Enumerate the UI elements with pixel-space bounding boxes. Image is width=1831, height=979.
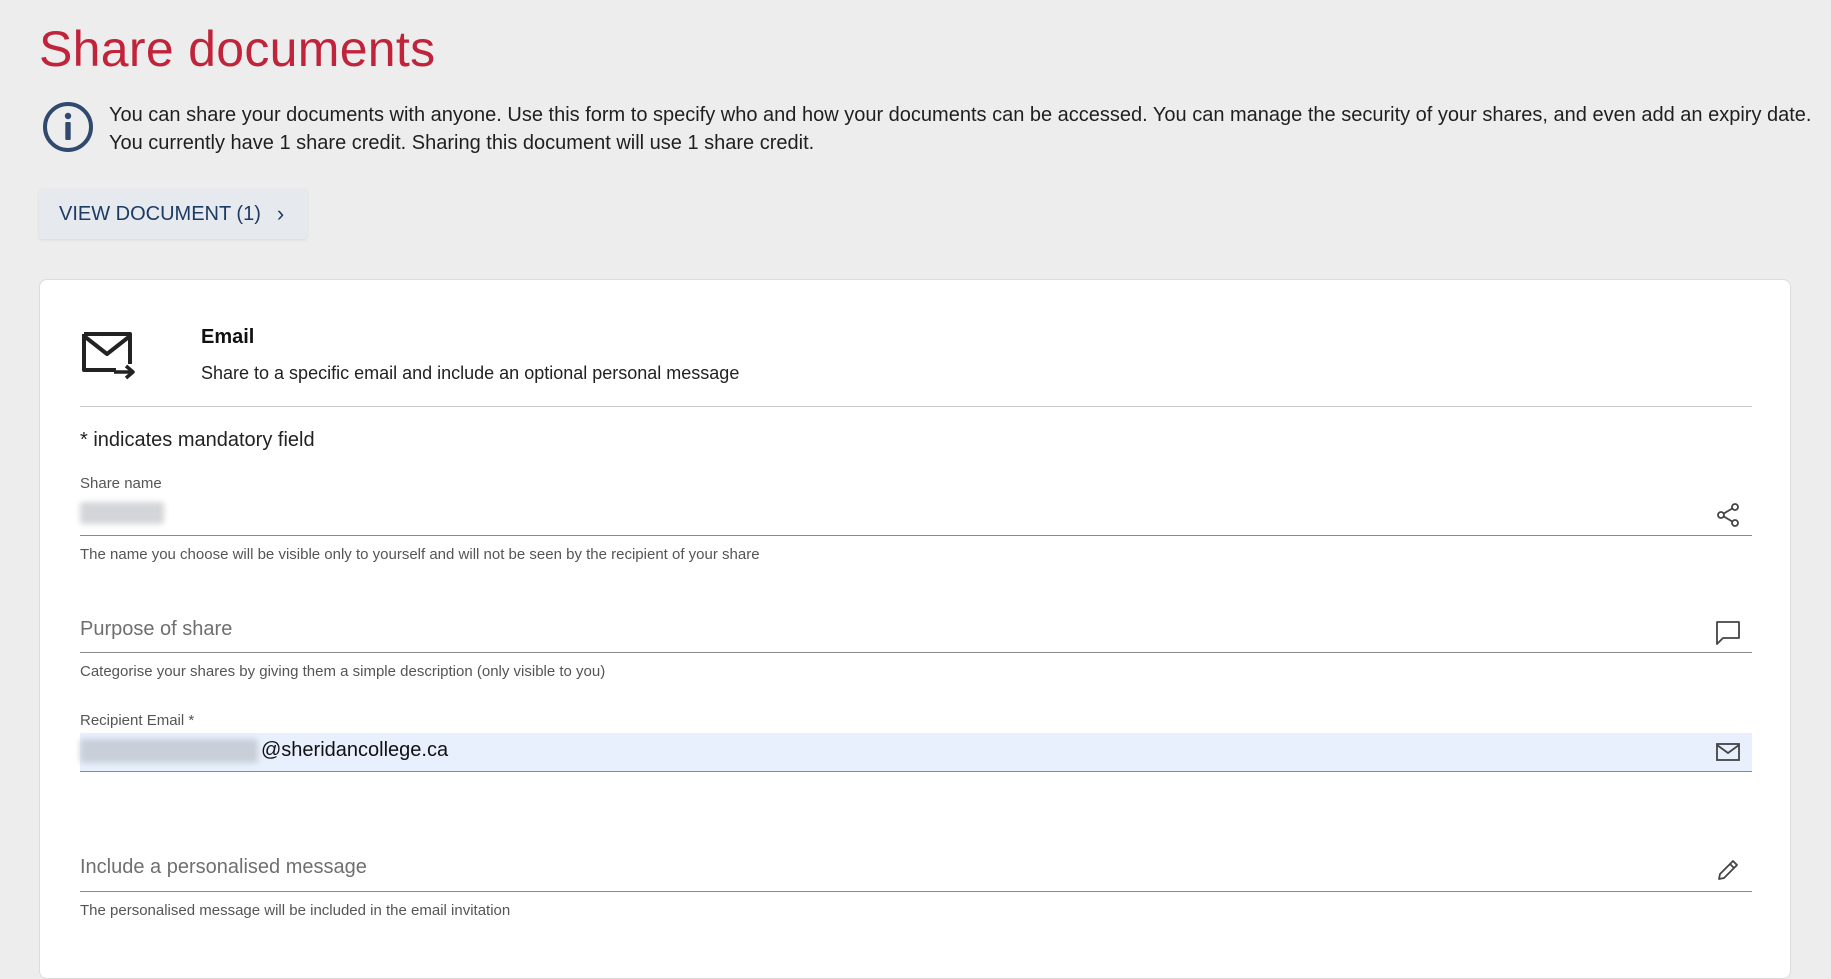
email-share-card: Email Share to a specific email and incl…: [39, 279, 1791, 979]
message-placeholder: Include a personalised message: [80, 856, 367, 878]
purpose-underline: [80, 652, 1752, 653]
card-header: Email Share to a specific email and incl…: [80, 326, 1752, 386]
share-name-label: Share name: [80, 475, 162, 492]
recipient-email-local-redacted: [80, 739, 258, 763]
view-document-button[interactable]: VIEW DOCUMENT (1) ›: [39, 189, 307, 239]
info-circle-icon: [43, 102, 93, 152]
mandatory-note: * indicates mandatory field: [80, 429, 315, 451]
purpose-placeholder: Purpose of share: [80, 618, 233, 640]
message-underline: [80, 891, 1752, 892]
info-line-2: You currently have 1 share credit. Shari…: [109, 132, 815, 154]
info-text: You can share your documents with anyone…: [109, 101, 1812, 157]
message-field[interactable]: Include a personalised message The perso…: [80, 856, 1752, 936]
share-name-value-redacted: [80, 502, 164, 524]
share-name-underline: [80, 535, 1752, 536]
recipient-email-domain: @sheridancollege.ca: [261, 739, 449, 761]
view-document-label: VIEW DOCUMENT (1): [59, 202, 261, 225]
info-banner: You can share your documents with anyone…: [42, 101, 1812, 157]
card-title: Email: [201, 326, 255, 348]
message-hint: The personalised message will be include…: [80, 902, 511, 919]
page-title: Share documents: [39, 21, 436, 77]
envelope-icon[interactable]: [1714, 738, 1742, 766]
email-send-icon: [82, 332, 135, 380]
recipient-email-label: Recipient Email *: [80, 712, 195, 729]
recipient-email-underline: [80, 771, 1752, 772]
comment-icon[interactable]: [1714, 618, 1742, 646]
pencil-icon[interactable]: [1714, 856, 1742, 884]
purpose-hint: Categorise your shares by giving them a …: [80, 663, 606, 680]
info-line-1: You can share your documents with anyone…: [109, 104, 1812, 126]
divider: [80, 406, 1752, 407]
purpose-field[interactable]: Purpose of share Categorise your shares …: [80, 618, 1752, 698]
share-name-field[interactable]: Share name The name you choose will be v…: [80, 475, 1752, 575]
share-icon[interactable]: [1714, 501, 1742, 529]
recipient-email-field[interactable]: Recipient Email * @sheridancollege.ca: [80, 712, 1752, 792]
share-name-hint: The name you choose will be visible only…: [80, 546, 760, 563]
chevron-right-icon: ›: [276, 201, 285, 226]
card-subtitle: Share to a specific email and include an…: [201, 363, 740, 383]
